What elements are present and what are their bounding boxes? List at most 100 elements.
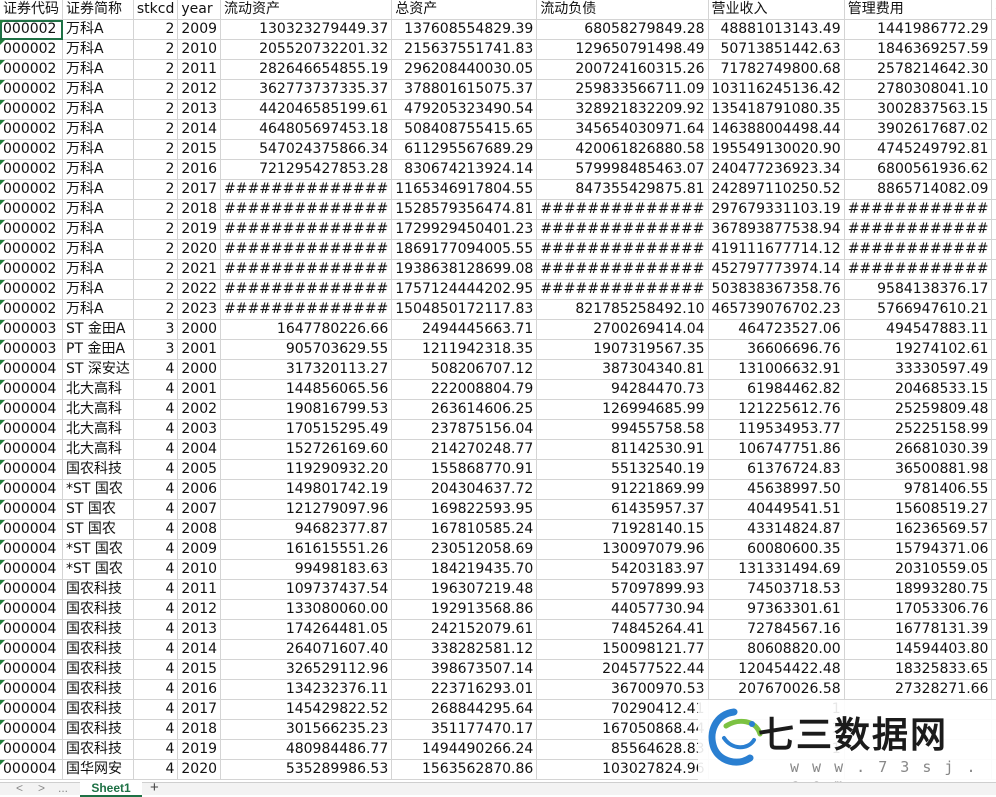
table-cell[interactable]: 2012 <box>177 79 222 100</box>
table-cell[interactable]: 317320113.27 <box>220 359 393 380</box>
table-cell[interactable]: 万科A <box>62 19 134 40</box>
table-cell[interactable]: 2014 <box>177 639 222 660</box>
table-cell[interactable]: 000002 <box>0 139 63 160</box>
table-cell[interactable]: 4 <box>133 659 179 680</box>
table-cell[interactable]: 18993280.75 <box>844 579 993 600</box>
table-cell[interactable]: 000004 <box>0 519 63 540</box>
table-cell[interactable]: 万科A <box>62 159 134 180</box>
table-cell[interactable]: 000004 <box>0 639 63 660</box>
table-cell[interactable]: 4 <box>133 719 179 740</box>
table-cell[interactable]: 万科A <box>62 79 134 100</box>
table-cell[interactable]: 296208440030.05 <box>391 59 538 80</box>
table-cell[interactable]: 2 <box>133 39 179 60</box>
table-cell[interactable]: 134232376.11 <box>220 679 393 700</box>
table-cell[interactable]: 26681030.39 <box>844 439 993 460</box>
table-cell[interactable]: 297679331103.19 <box>708 199 845 220</box>
header-cell[interactable]: stkcd <box>133 0 179 20</box>
table-cell[interactable]: 2011 <box>177 579 222 600</box>
table-cell[interactable]: K70 <box>991 59 996 80</box>
table-cell[interactable]: 240477236923.34 <box>708 159 845 180</box>
table-cell[interactable]: 4 <box>133 639 179 660</box>
table-cell[interactable]: 16236569.57 <box>844 519 993 540</box>
table-cell[interactable]: 2 <box>133 259 179 280</box>
table-cell[interactable]: G54 <box>991 479 996 500</box>
table-cell[interactable]: 万科A <box>62 279 134 300</box>
table-cell[interactable]: 000003 <box>0 319 63 340</box>
table-cell[interactable]: 2010 <box>177 559 222 580</box>
table-cell[interactable]: 4 <box>133 499 179 520</box>
table-cell[interactable]: 72784567.16 <box>708 619 845 640</box>
table-cell[interactable]: 465739076702.23 <box>708 299 845 320</box>
table-cell[interactable]: 000004 <box>0 539 63 560</box>
table-cell[interactable]: 847355429875.81 <box>536 179 709 200</box>
table-cell[interactable]: ############## <box>220 199 393 220</box>
header-cell[interactable]: 流动资产 <box>220 0 393 20</box>
table-cell[interactable]: 国农科技 <box>62 599 134 620</box>
table-cell[interactable]: 4 <box>133 479 179 500</box>
table-cell[interactable]: 351177470.17 <box>391 719 538 740</box>
table-cell[interactable]: 2015 <box>177 659 222 680</box>
table-cell[interactable]: 195549130020.90 <box>708 139 845 160</box>
table-cell[interactable]: 119290932.20 <box>220 459 393 480</box>
table-cell[interactable]: 2 <box>133 159 179 180</box>
table-cell[interactable]: 264071607.40 <box>220 639 393 660</box>
table-cell[interactable]: 6800561936.62 <box>844 159 993 180</box>
table-cell[interactable]: *ST 国农 <box>62 559 134 580</box>
table-cell[interactable]: C27 <box>991 639 996 660</box>
table-cell[interactable]: 36606696.76 <box>708 339 845 360</box>
table-cell[interactable]: 43314824.87 <box>708 519 845 540</box>
table-cell[interactable]: 50713851442.63 <box>708 39 845 60</box>
table-cell[interactable]: 000002 <box>0 239 63 260</box>
table-cell[interactable]: 17053306.76 <box>844 599 993 620</box>
table-cell[interactable]: 1907319567.35 <box>536 339 709 360</box>
table-cell[interactable]: 60080600.35 <box>708 539 845 560</box>
table-cell[interactable]: 国华网安 <box>62 759 134 780</box>
spreadsheet-grid[interactable]: 证券代码证券简称stkcdyear流动资产总资产流动负债营业收入管理费用行业代码… <box>0 0 996 782</box>
table-cell[interactable]: G54 <box>991 359 996 380</box>
table-cell[interactable]: 1869177094005.55 <box>391 239 538 260</box>
table-cell[interactable]: ############## <box>536 199 709 220</box>
table-cell[interactable]: 2022 <box>177 279 222 300</box>
table-cell[interactable]: 464805697453.18 <box>220 119 393 140</box>
table-cell[interactable]: 2018 <box>177 719 222 740</box>
table-cell[interactable]: ############## <box>536 239 709 260</box>
table-cell[interactable]: 71782749800.68 <box>708 59 845 80</box>
table-cell[interactable]: K70 <box>991 139 996 160</box>
table-cell[interactable]: 282646654855.19 <box>220 59 393 80</box>
table-cell[interactable]: 万科A <box>62 179 134 200</box>
table-cell[interactable]: 150098121.77 <box>536 639 709 660</box>
table-cell[interactable]: 万科A <box>62 99 134 120</box>
table-cell[interactable]: 4 <box>133 559 179 580</box>
table-cell[interactable]: 3 <box>133 319 179 340</box>
table-cell[interactable]: 464723527.06 <box>708 319 845 340</box>
table-cell[interactable]: 4 <box>133 419 179 440</box>
table-cell[interactable]: 25259809.48 <box>844 399 993 420</box>
nav-prev-sheet-button[interactable]: < <box>16 781 23 795</box>
table-cell[interactable]: 2 <box>133 279 179 300</box>
table-cell[interactable]: 2 <box>133 119 179 140</box>
table-cell[interactable]: 326529112.96 <box>220 659 393 680</box>
table-cell[interactable]: 5766947610.21 <box>844 299 993 320</box>
table-cell[interactable]: 214270248.77 <box>391 439 538 460</box>
table-cell[interactable]: 174264481.05 <box>220 619 393 640</box>
table-cell[interactable]: 国农科技 <box>62 619 134 640</box>
header-cell[interactable]: 管理费用 <box>844 0 993 20</box>
table-cell[interactable]: ############## <box>220 299 393 320</box>
table-cell[interactable]: 000004 <box>0 439 63 460</box>
table-cell[interactable]: 55132540.19 <box>536 459 709 480</box>
table-cell[interactable]: 2006 <box>177 479 222 500</box>
table-cell[interactable]: 503838367358.76 <box>708 279 845 300</box>
table-cell[interactable]: 北大高科 <box>62 379 134 400</box>
table-cell[interactable]: 20468533.15 <box>844 379 993 400</box>
table-cell[interactable]: 000002 <box>0 39 63 60</box>
table-cell[interactable]: K70 <box>991 19 996 40</box>
table-cell[interactable]: 479205323490.54 <box>391 99 538 120</box>
table-cell[interactable]: 109737437.54 <box>220 579 393 600</box>
table-cell[interactable]: 2013 <box>177 99 222 120</box>
table-cell[interactable]: 000002 <box>0 219 63 240</box>
nav-more-button[interactable]: ... <box>58 781 68 795</box>
table-cell[interactable]: 000004 <box>0 739 63 760</box>
table-cell[interactable]: 2014 <box>177 119 222 140</box>
table-cell[interactable]: 120454422.48 <box>708 659 845 680</box>
table-cell[interactable]: S90 <box>991 339 996 360</box>
